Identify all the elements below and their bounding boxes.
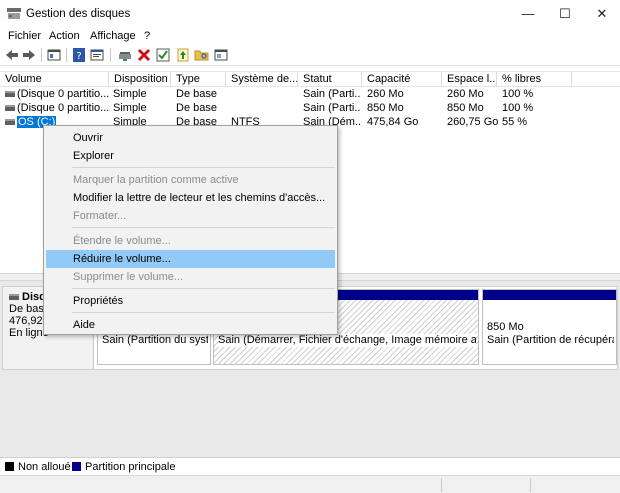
volume-status: Sain (Parti... — [303, 88, 361, 100]
column-header-disposition[interactable]: Disposition — [109, 72, 171, 87]
menu-action[interactable]: Action — [49, 30, 80, 42]
check-icon[interactable] — [155, 47, 171, 63]
ctx-help[interactable]: Aide — [46, 316, 335, 334]
ctx-mark-active: Marquer la partition comme active — [73, 174, 239, 186]
volume-name: (Disque 0 partitio... — [17, 102, 109, 114]
volume-status: Sain (Parti... — [303, 102, 361, 114]
toolbar-separator — [41, 48, 42, 62]
partition-status: Sain (Partition de récupératio — [487, 334, 614, 346]
ctx-extend-volume: Étendre le volume... — [73, 235, 171, 247]
ctx-shrink-volume[interactable]: Réduire le volume... — [46, 250, 335, 268]
export-icon[interactable] — [175, 47, 191, 63]
volume-type: De base — [176, 88, 217, 100]
console-tree-icon[interactable] — [46, 47, 62, 63]
back-arrow-icon[interactable] — [4, 47, 20, 63]
menu-affichage[interactable]: Affichage — [90, 30, 136, 42]
volume-icon — [5, 91, 15, 97]
toolbar-separator — [66, 48, 67, 62]
context-menu: Ouvrir Explorer Marquer la partition com… — [43, 125, 338, 335]
connect-drive-icon[interactable] — [117, 47, 133, 63]
column-header-capacity[interactable]: Capacité — [362, 72, 442, 87]
legend: Non alloué Partition principale — [0, 457, 620, 475]
context-menu-separator — [72, 312, 335, 313]
context-menu-separator — [72, 227, 335, 228]
menu-fichier[interactable]: Fichier — [8, 30, 41, 42]
partition-recovery[interactable]: 850 Mo Sain (Partition de récupératio — [482, 289, 617, 365]
status-bar — [0, 475, 620, 493]
window-title: Gestion des disques — [26, 8, 131, 20]
forward-arrow-icon[interactable] — [21, 47, 37, 63]
ctx-delete-volume: Supprimer le volume... — [73, 271, 184, 283]
partition-size: 850 Mo — [487, 321, 524, 333]
partition-bar — [483, 290, 616, 300]
context-menu-separator — [72, 167, 335, 168]
column-header-status[interactable]: Statut — [298, 72, 362, 87]
ctx-ouvrir[interactable]: Ouvrir — [46, 129, 335, 147]
legend-label-unallocated: Non alloué — [18, 461, 71, 473]
column-header-volume[interactable]: Volume — [0, 72, 109, 87]
status-bar-separator — [530, 478, 531, 492]
toolbar: ? — [0, 44, 620, 66]
window-icon[interactable] — [213, 47, 229, 63]
properties-icon[interactable] — [89, 47, 105, 63]
volume-percent-free: 55 % — [502, 116, 528, 128]
title-bar: Gestion des disques — ☐ ✕ — [0, 0, 620, 28]
volume-free-space: 850 Mo — [447, 102, 484, 114]
volume-percent-free: 100 % — [502, 102, 534, 114]
context-menu-separator — [72, 288, 335, 289]
volume-name: (Disque 0 partitio... — [17, 88, 109, 100]
volume-icon — [5, 105, 15, 111]
legend-label-primary: Partition principale — [85, 461, 176, 473]
help-icon[interactable]: ? — [71, 47, 87, 63]
disk-icon — [9, 294, 19, 300]
legend-swatch-primary — [72, 462, 81, 471]
menu-bar: Fichier Action Affichage ? — [0, 28, 620, 44]
minimize-button[interactable]: — — [510, 0, 546, 28]
volume-disposition: Simple — [113, 102, 147, 114]
volume-type: De base — [176, 102, 217, 114]
toolbar-separator — [110, 48, 111, 62]
volume-free-space: 260,75 Go — [447, 116, 499, 128]
column-header-percent-free[interactable]: % libres — [497, 72, 572, 87]
column-header-filesystem[interactable]: Système de... — [226, 72, 298, 87]
maximize-button[interactable]: ☐ — [547, 0, 583, 28]
ctx-explorer[interactable]: Explorer — [46, 147, 335, 165]
column-header-type[interactable]: Type — [171, 72, 226, 87]
search-folder-icon[interactable] — [194, 47, 210, 63]
table-row[interactable]: (Disque 0 partitio... Simple De base Sai… — [0, 102, 620, 115]
volume-list-header: Volume Disposition Type Système de... St… — [0, 71, 620, 87]
volume-free-space: 260 Mo — [447, 88, 484, 100]
ctx-properties[interactable]: Propriétés — [46, 292, 335, 310]
partition-status: Sain (Démarrer, Fichier d'échange, Image… — [218, 334, 476, 347]
volume-icon — [5, 119, 15, 125]
volume-capacity: 850 Mo — [367, 102, 404, 114]
legend-swatch-unallocated — [5, 462, 14, 471]
ctx-change-drive-letter[interactable]: Modifier la lettre de lecteur et les che… — [46, 189, 335, 207]
close-button[interactable]: ✕ — [584, 0, 620, 28]
volume-capacity: 475,84 Go — [367, 116, 419, 128]
column-header-free-space[interactable]: Espace l... — [442, 72, 497, 87]
volume-percent-free: 100 % — [502, 88, 534, 100]
delete-icon[interactable] — [136, 47, 152, 63]
table-row[interactable]: (Disque 0 partitio... Simple De base Sai… — [0, 88, 620, 101]
disk-management-app-icon — [7, 8, 21, 19]
partition-status: Sain (Partition du systè — [102, 334, 208, 346]
svg-text:?: ? — [76, 51, 81, 62]
menu-help[interactable]: ? — [144, 30, 150, 42]
volume-disposition: Simple — [113, 88, 147, 100]
ctx-format: Formater... — [73, 210, 127, 222]
volume-capacity: 260 Mo — [367, 88, 404, 100]
status-bar-separator — [441, 478, 442, 492]
